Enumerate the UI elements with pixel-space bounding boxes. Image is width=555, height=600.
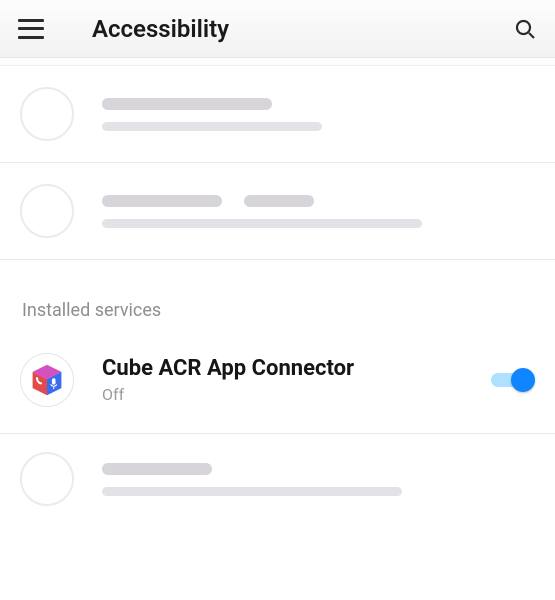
list-item[interactable]: [0, 66, 555, 162]
placeholder-text: [102, 463, 535, 496]
service-title: Cube ACR App Connector: [102, 356, 491, 381]
search-icon[interactable]: [513, 17, 537, 41]
page-title: Accessibility: [92, 15, 513, 43]
service-item-cube-acr[interactable]: Cube ACR App Connector Off: [0, 339, 555, 433]
settings-list: Installed services: [0, 58, 555, 514]
service-status: Off: [102, 385, 491, 404]
menu-icon[interactable]: [18, 19, 44, 39]
placeholder-icon: [20, 452, 74, 506]
service-toggle[interactable]: [491, 368, 535, 392]
placeholder-icon: [20, 87, 74, 141]
list-item[interactable]: [0, 163, 555, 259]
placeholder-text: [102, 195, 535, 228]
placeholder-icon: [20, 184, 74, 238]
placeholder-text: [102, 98, 535, 131]
section-header-installed-services: Installed services: [0, 260, 555, 339]
app-header: Accessibility: [0, 0, 555, 58]
cube-acr-app-icon: [20, 353, 74, 407]
list-item[interactable]: [0, 434, 555, 514]
